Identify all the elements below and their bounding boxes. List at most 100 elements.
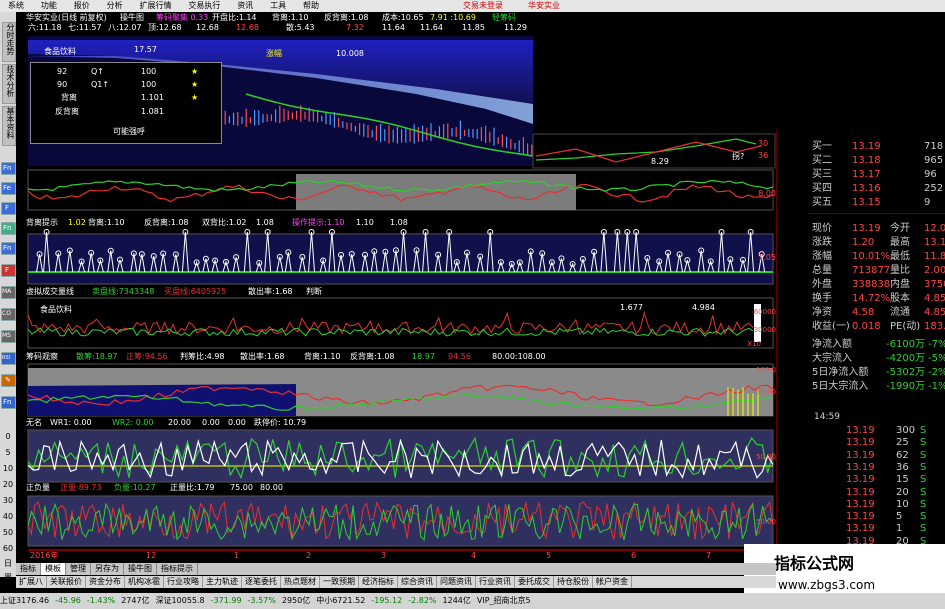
tab-chart[interactable]: 操牛图 [124,563,157,575]
panel-d-title-row: 筹码观察 散筹:18.97 正筹:94.56 判筹比:4.98 散出率:1.68… [16,351,776,363]
function-icon[interactable]: Fn [1,162,16,175]
order-row-buy2[interactable]: 买二 13.18 965 [778,155,945,167]
menu-item-ext-market[interactable]: 扩展行情 [132,0,178,12]
rsi-icon[interactable]: RSI [1,352,16,365]
lower-tab[interactable]: 持仓股份 [554,576,593,588]
lower-tab[interactable]: 问题资讯 [437,576,476,588]
flow-row: 大宗流入-4200万-5% [812,353,945,364]
lower-tab[interactable]: 资金分布 [86,576,125,588]
tab-save-as[interactable]: 另存为 [91,563,124,575]
panel-d-v5: 背离:1.10 [304,352,341,361]
fn-icon[interactable]: Fn [1,396,16,409]
ms-icon[interactable]: MS [1,330,16,343]
panel-c-title-row: 虚拟成交量线 卖盘线:7343348 买盘线:6405925 散出率:1.68 … [16,286,776,298]
order-row-buy1[interactable]: 买一 13.19 718 [778,141,945,153]
ma-icon[interactable]: MA [1,286,16,299]
menu-item-system[interactable]: 系统 [0,0,30,12]
header-light-chip: 轻筹码 [492,13,516,22]
menu-item-function[interactable]: 功能 [33,0,63,12]
tick-row: 13.19 300 S [846,425,927,436]
menu-item-help[interactable]: 帮助 [295,0,325,12]
lower-tab[interactable]: 逐笔委托 [242,576,281,588]
tick-row: 13.19 36 S [846,461,927,473]
period-20[interactable]: 20 [1,480,15,489]
lower-tab[interactable]: 行业攻略 [164,576,203,588]
order-row-buy4[interactable]: 买四 13.16 252 [778,183,945,195]
lower-tab[interactable]: 委托成交 [515,576,554,588]
order-row-buy5[interactable]: 买五 13.15 9 [778,197,945,209]
function-green-icon[interactable]: Fn [1,222,16,235]
flow-row: 5日大宗流入-1990万-1% [812,381,945,392]
low-price-label: 8.29 [651,157,669,166]
food-wine-label: 食品饮料 [44,46,76,56]
status-item: 2747亿 [121,596,150,605]
panel-a-axis: 8.00 [758,189,776,198]
status-item: VIP_招商北京5 [476,596,531,605]
tick-row: 13.19 10 S [846,498,927,510]
status-item: -45.96 [55,596,81,605]
menu-item-trade[interactable]: 交易执行 [180,0,226,12]
period-0[interactable]: 0 [1,432,15,441]
period-week[interactable]: 周 [1,572,15,583]
status-item: 1244亿 [442,596,471,605]
side-tab-fundamental[interactable]: 基本资料 [2,106,16,146]
lower-tab[interactable]: 热点题材 [281,576,320,588]
header-range: 7.91 :10.69 [430,13,476,22]
lower-tab[interactable]: 一致预期 [320,576,359,588]
status-item: -195.12 [371,596,403,605]
panel-e-wr1: WR1: 0.00 [50,418,92,427]
period-50[interactable]: 50 [1,528,15,537]
period-10[interactable]: 10 [1,464,15,473]
popup-r1-b: Q↑ [91,67,104,76]
panel-c-judge: 判断 [306,287,322,296]
flow-row: 净流入额-6100万-7% [812,339,945,350]
period-5[interactable]: 5 [1,448,15,457]
co-icon[interactable]: CO [1,308,16,321]
lower-tab[interactable]: 行业资讯 [476,576,515,588]
menu-item-quote[interactable]: 报价 [66,0,96,12]
pen-icon[interactable]: ✎ [1,374,16,387]
lower-tab[interactable]: 综合资讯 [398,576,437,588]
period-40[interactable]: 40 [1,512,15,521]
login-status[interactable]: 交易未登录 [455,0,509,12]
side-tab-intraday[interactable]: 分时走势 [2,22,16,62]
lower-tab[interactable]: 帐户资金 [593,576,632,588]
menu-item-tools[interactable]: 工具 [262,0,292,12]
lower-tab[interactable]: 机构冰雹 [125,576,164,588]
lower-tab[interactable]: 扩展八 [16,576,47,588]
ma-v6: 12.68 [236,23,259,32]
lower-tab[interactable]: 主力轨迹 [203,576,242,588]
date-year: 2016年 [30,550,58,560]
header-divergence: 背离:1.10 [272,13,309,22]
stat-row: 净资4.58流通4.85亿 [812,307,945,318]
formula-edit-icon[interactable]: Fe [1,182,16,195]
tick-row: 13.19 62 S [846,449,927,461]
stat-row: 涨幅10.01%最低11.80 [812,251,945,262]
period-60[interactable]: 60 [1,544,15,553]
ma-6: 六:11.18 [28,23,62,32]
menu-item-analysis[interactable]: 分析 [99,0,129,12]
left-toolbar: 分时走势 技术分析 基本资料 Fn Fe F Fn Fn F MA CO MS … [0,12,16,596]
tab-indicator-tip[interactable]: 指标提示 [157,563,198,575]
order-row-buy3[interactable]: 买三 13.17 96 [778,169,945,181]
panel-f-axis: 50.00 [756,518,776,526]
function-blue-icon[interactable]: Fn [1,242,16,255]
tick-time: 14:59 [814,412,840,422]
panel-f-v5: 80.00 [260,483,283,492]
tab-template[interactable]: 模板 [41,563,66,575]
period-30[interactable]: 30 [1,496,15,505]
tab-manage[interactable]: 管理 [66,563,91,575]
tab-indicator[interactable]: 指标 [16,563,41,575]
panel-f-v4: 75.00 [230,483,253,492]
side-tab-technical[interactable]: 技术分析 [2,64,16,104]
panel-f-title: 正负量 [26,483,50,492]
f-red-icon[interactable]: F [1,264,16,277]
lower-tab[interactable]: 经济指标 [359,576,398,588]
f10-icon[interactable]: F [1,202,16,215]
status-bar: 上证3176.46 -45.96 -1.43% 2747亿 深证10055.8 -371.… [0,593,945,609]
menu-item-news[interactable]: 资讯 [229,0,259,12]
panel-c-food-label: 食品饮料 [40,304,72,314]
header-anti-divergence: 反背离:1.08 [324,13,369,22]
period-day[interactable]: 日 [1,558,15,569]
lower-tab[interactable]: 关联报价 [47,576,86,588]
